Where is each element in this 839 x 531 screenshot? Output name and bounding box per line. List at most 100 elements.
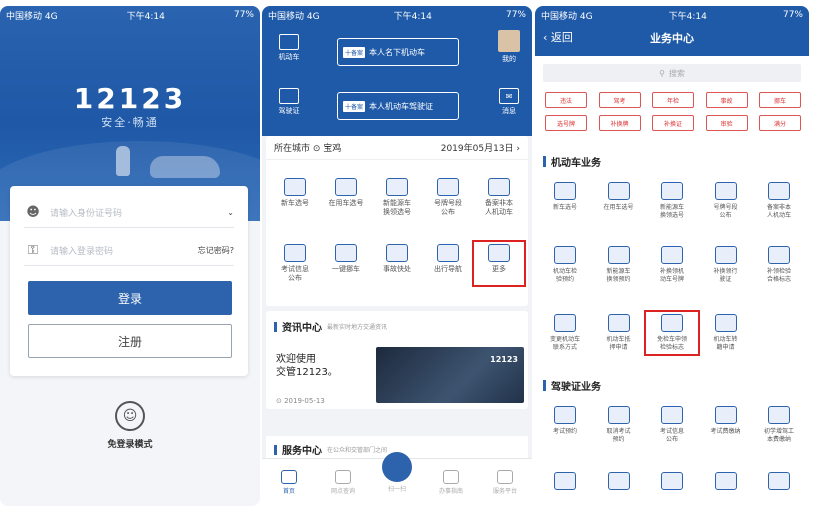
item-label: 备案非本 人机动车 <box>766 204 791 219</box>
license-item[interactable]: 考试信息 公布 <box>648 406 696 444</box>
vehicle-item[interactable]: 机动车转 籍申请 <box>702 314 750 352</box>
chip-replace-plate[interactable]: 补换牌 <box>598 115 641 131</box>
avatar[interactable] <box>498 30 520 52</box>
vehicle-shortcut[interactable]: 机动车 <box>272 34 306 62</box>
license-item[interactable]: 考试费缴纳 <box>702 406 750 444</box>
vehicle-item[interactable]: 号牌号段 公布 <box>702 182 750 220</box>
vehicle-item[interactable]: 新能源车 换领预约 <box>595 246 643 284</box>
chip-violation[interactable]: 违法 <box>545 92 587 108</box>
item-label: 考试信息 公布 <box>281 265 309 282</box>
chip-full-points[interactable]: 满分 <box>759 115 801 131</box>
register-other-vehicle[interactable]: 备案非本 人机动车 <box>476 178 522 217</box>
register-vehicle-button[interactable]: 十备案 本人名下机动车 <box>337 38 459 66</box>
city-value: 宝鸡 <box>323 144 342 154</box>
register-license-button[interactable]: 十备案 本人机动车驾驶证 <box>337 92 459 120</box>
document-icon <box>554 472 576 490</box>
card-icon <box>607 472 630 490</box>
services-card: 所在城市 ⊙ 宝鸡 2019年05月13日 › 新车选号 在用车选号 新能源车 … <box>266 136 528 306</box>
service-subtitle: 在公众和交管部门之间 <box>327 447 388 454</box>
exam-info-icon <box>661 406 683 424</box>
item-label: 考试费缴纳 <box>710 428 741 435</box>
license-shortcut[interactable]: 驾驶证 <box>272 88 306 116</box>
item-label: 取消考试 预约 <box>606 428 631 443</box>
chip-driving-test[interactable]: 驾考 <box>598 92 641 108</box>
forgot-password-link[interactable]: 忘记密码? <box>198 245 234 256</box>
item-label: 新能源车 换领选号 <box>659 204 684 219</box>
payment-icon <box>714 406 737 424</box>
vehicle-item[interactable]: 变更机动车 联系方式 <box>541 314 589 352</box>
car-document-icon <box>284 178 306 196</box>
tab-guide[interactable]: 办事指南 <box>429 470 473 495</box>
move-car[interactable]: 一键挪车 <box>323 244 369 283</box>
item-label: 免检车申领 检验标志 <box>656 336 687 351</box>
used-car-plate-selection[interactable]: 在用车选号 <box>323 178 369 217</box>
search-input[interactable]: ⚲ 搜索 <box>543 64 801 82</box>
plate-icon <box>661 246 683 264</box>
clock: 下午4:14 <box>126 11 165 22</box>
vehicle-item[interactable]: 备案非本 人机动车 <box>755 182 803 220</box>
page-title: 业务中心 <box>650 32 694 45</box>
license-item[interactable] <box>755 472 803 494</box>
news-image-text: 12123 <box>490 355 518 364</box>
item-label: 变更机动车 联系方式 <box>549 336 580 351</box>
tab-outlets[interactable]: 网点查询 <box>321 470 365 495</box>
section-bar <box>543 380 546 391</box>
battery: 77% <box>782 10 803 20</box>
clock: 下午4:14 <box>393 11 432 22</box>
register-vehicle-label: 本人名下机动车 <box>369 47 426 57</box>
app-logo-subtitle: 安全·畅通 <box>101 116 159 129</box>
vehicle-item[interactable]: 新能源车 换领选号 <box>648 182 696 220</box>
vehicle-item[interactable]: 补换领行 驶证 <box>702 246 750 284</box>
license-item[interactable] <box>595 472 643 494</box>
user-icon: ☻ <box>26 205 40 220</box>
id-number-field[interactable]: ☻ 请输入身份证号码 ⌄ <box>24 198 234 228</box>
license-item[interactable] <box>541 472 589 494</box>
vehicle-item[interactable]: 补领检验 合格标志 <box>755 246 803 284</box>
plate-range-announcement[interactable]: 号牌号段 公布 <box>425 178 471 217</box>
vehicle-item[interactable]: 机动车抵 押申请 <box>595 314 643 352</box>
license-item[interactable] <box>648 472 696 494</box>
service-section-title: 服务中心 在公众和交管部门之间 <box>274 442 387 457</box>
license-item[interactable]: 取消考试 预约 <box>595 406 643 444</box>
tab-platform[interactable]: 服务平台 <box>483 470 527 495</box>
vehicle-item[interactable]: 新车选号 <box>541 182 589 220</box>
ev-plate-selection[interactable]: 新能源车 换领选号 <box>374 178 420 217</box>
chip-replace-license[interactable]: 补换证 <box>652 115 694 131</box>
chip-select-plate[interactable]: 选号牌 <box>545 115 587 131</box>
exam-info[interactable]: 考试信息 公布 <box>272 244 318 283</box>
chip-move-car[interactable]: 挪车 <box>759 92 801 108</box>
chip-accident[interactable]: 事故 <box>705 92 748 108</box>
license-section-label: 驾驶证业务 <box>551 382 601 393</box>
quick-chips-row-1: 违法 驾考 年检 事故 挪车 <box>545 92 801 108</box>
new-car-plate-selection[interactable]: 新车选号 <box>272 178 318 217</box>
chip-review[interactable]: 审验 <box>705 115 748 131</box>
vehicle-item-highlighted[interactable]: 免检车申领 检验标志 <box>644 310 700 356</box>
carrier: 中国移动 4G <box>268 11 320 22</box>
license-item[interactable]: 考试预约 <box>541 406 589 444</box>
more-button[interactable]: 更多 <box>472 240 526 287</box>
city-row[interactable]: 所在城市 ⊙ 宝鸡 2019年05月13日 › <box>266 136 528 160</box>
navigation[interactable]: 出行导航 <box>425 244 471 283</box>
accident-quick[interactable]: 事故快处 <box>374 244 420 283</box>
item-label: 补换领行 驶证 <box>713 268 738 283</box>
badge-icon <box>768 246 790 264</box>
tab-scan[interactable]: 扫一扫 <box>375 452 419 493</box>
tab-home[interactable]: 首页 <box>267 470 311 495</box>
messages-button[interactable]: ✉ 消息 <box>492 88 526 116</box>
chip-annual-inspection[interactable]: 年检 <box>652 92 694 108</box>
vehicle-item[interactable]: 补换领机 动车号牌 <box>648 246 696 284</box>
register-button[interactable]: 注册 <box>28 324 232 358</box>
license-item[interactable]: 初学增驾工 本费缴纳 <box>755 406 803 444</box>
fee-icon <box>768 406 790 424</box>
license-grid-row-1: 考试预约 取消考试 预约 考试信息 公布 考试费缴纳 初学增驾工 本费缴纳 <box>541 406 803 444</box>
login-button[interactable]: 登录 <box>28 281 232 315</box>
vehicle-item[interactable]: 机动车检 验预约 <box>541 246 589 284</box>
chevron-down-icon[interactable]: ⌄ <box>227 208 234 217</box>
ev-car-icon <box>386 178 408 196</box>
battery: 77% <box>505 10 526 20</box>
vehicle-item[interactable]: 在用车选号 <box>595 182 643 220</box>
news-card[interactable]: 资讯中心 最新实时地方交通资讯 欢迎使用 交管12123。 ⊙ 2019-05-… <box>266 311 528 409</box>
password-field[interactable]: ⚿ 请输入登录密码 忘记密码? <box>24 236 234 266</box>
license-item[interactable] <box>702 472 750 494</box>
guest-mode[interactable]: ☺ 免登录模式 <box>0 401 260 450</box>
